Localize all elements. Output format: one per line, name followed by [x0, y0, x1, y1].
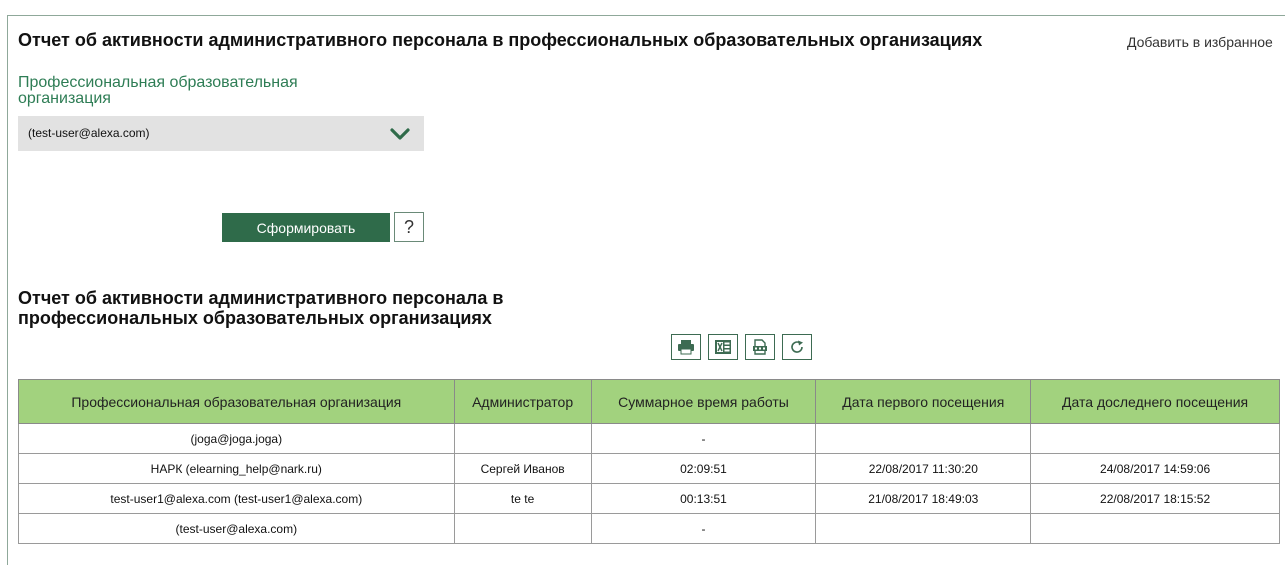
print-icon	[678, 340, 694, 355]
chevron-down-icon	[390, 128, 410, 140]
cell-administrator: Сергей Иванов	[453, 453, 592, 484]
cell-organization: НАРК (elearning_help@nark.ru)	[18, 453, 455, 484]
column-header-organization: Профессиональная образовательная организ…	[18, 379, 455, 424]
cell-first-visit	[815, 513, 1032, 544]
cell-total-time: 00:13:51	[590, 483, 817, 514]
cell-administrator: te te	[453, 483, 592, 514]
column-header-administrator: Администратор	[453, 379, 592, 424]
refresh-button[interactable]	[782, 334, 812, 360]
cell-total-time: -	[590, 513, 817, 544]
add-to-favorites-link[interactable]: Добавить в избранное	[1127, 34, 1273, 50]
refresh-icon	[791, 340, 803, 353]
column-header-last-visit: Дата доследнего посещения	[1030, 379, 1280, 424]
cell-organization: (test-user@alexa.com)	[18, 513, 455, 544]
page-title: Отчет об активности административного пе…	[18, 30, 983, 50]
column-header-total-time: Суммарное время работы	[590, 379, 817, 424]
table-row: test-user1@alexa.com (test-user1@alexa.c…	[18, 483, 1280, 514]
cell-first-visit: 22/08/2017 11:30:20	[815, 453, 1032, 484]
cell-organization: (joga@joga.joga)	[18, 423, 455, 454]
cell-first-visit	[815, 423, 1032, 454]
export-excel-button[interactable]	[708, 334, 738, 360]
help-button[interactable]: ?	[394, 212, 424, 242]
cell-last-visit	[1030, 423, 1280, 454]
cell-last-visit	[1030, 513, 1280, 544]
pdf-icon	[753, 339, 767, 355]
column-header-first-visit: Дата первого посещения	[815, 379, 1032, 424]
organization-select[interactable]: (test-user@alexa.com)	[18, 116, 424, 151]
print-button[interactable]	[671, 334, 701, 360]
cell-last-visit: 22/08/2017 18:15:52	[1030, 483, 1280, 514]
cell-organization: test-user1@alexa.com (test-user1@alexa.c…	[18, 483, 455, 514]
table-row: НАРК (elearning_help@nark.ru) Сергей Ива…	[18, 453, 1280, 484]
report-toolbar	[671, 334, 812, 360]
table-row: (test-user@alexa.com) -	[18, 513, 1280, 544]
report-title: Отчет об активности административного пе…	[18, 288, 504, 328]
cell-administrator	[453, 423, 592, 454]
export-pdf-button[interactable]	[745, 334, 775, 360]
table-header-row: Профессиональная образовательная организ…	[18, 379, 1280, 424]
table-row: (joga@joga.joga) -	[18, 423, 1280, 454]
cell-last-visit: 24/08/2017 14:59:06	[1030, 453, 1280, 484]
organization-filter-label: Профессиональная образовательная организ…	[18, 74, 298, 107]
cell-total-time: 02:09:51	[590, 453, 817, 484]
cell-first-visit: 21/08/2017 18:49:03	[815, 483, 1032, 514]
excel-icon	[715, 340, 731, 354]
cell-total-time: -	[590, 423, 817, 454]
organization-select-value: (test-user@alexa.com)	[28, 126, 150, 140]
cell-administrator	[453, 513, 592, 544]
report-table: Профессиональная образовательная организ…	[18, 379, 1280, 544]
generate-report-button[interactable]: Сформировать	[222, 213, 390, 242]
